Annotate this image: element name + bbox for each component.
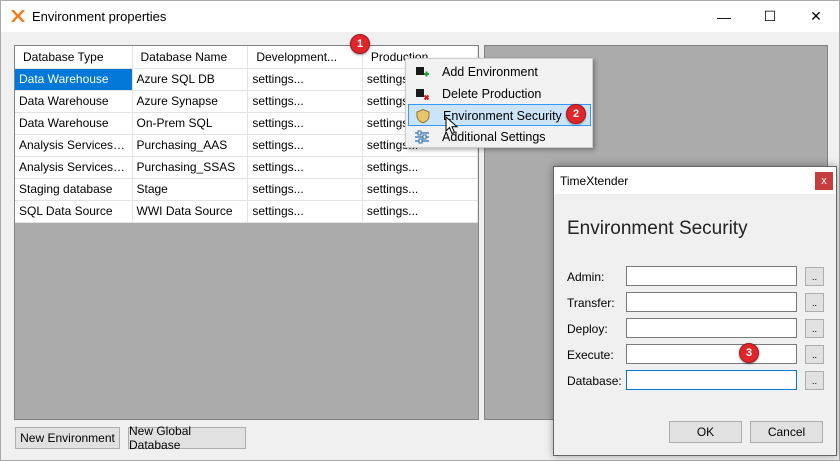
settings-sliders-icon [415, 130, 429, 144]
database-label: Database: [567, 374, 622, 388]
dialog-title-bar: TimeXtender x [554, 167, 836, 194]
table-row[interactable]: SQL Data Source WWI Data Source settings..… [15, 200, 479, 223]
timextender-logo-icon [11, 10, 25, 22]
environment-security-dialog: TimeXtender x Environment Security Admin… [553, 166, 837, 456]
dialog-title: TimeXtender [560, 174, 629, 188]
menu-item-environment-security[interactable]: Environment Security [408, 104, 591, 126]
production-cell[interactable]: settings... [362, 156, 479, 179]
development-cell[interactable]: settings... [247, 178, 363, 201]
database-name-cell[interactable]: WWI Data Source [132, 200, 249, 223]
development-cell[interactable]: settings... [247, 134, 363, 157]
deploy-browse-button[interactable]: .. [805, 319, 824, 338]
dialog-close-button[interactable]: x [815, 172, 833, 190]
database-type-cell[interactable]: Analysis Services Ta... [15, 156, 133, 179]
step-badge-3: 3 [739, 343, 759, 363]
execute-field[interactable] [626, 344, 797, 364]
step-badge-1: 1 [350, 34, 370, 54]
database-type-cell[interactable]: Analysis Services Ta... [15, 134, 133, 157]
development-cell[interactable]: settings... [247, 156, 363, 179]
new-global-database-button[interactable]: New Global Database [128, 424, 246, 452]
menu-item-label: Delete Production [442, 87, 542, 101]
menu-item-label: Add Environment [442, 65, 538, 79]
mouse-cursor-icon [445, 116, 459, 135]
ok-button[interactable]: OK [669, 421, 742, 443]
database-name-cell[interactable]: Azure SQL DB [132, 68, 249, 91]
database-type-cell[interactable]: Data Warehouse [15, 90, 133, 113]
context-menu: Add Environment Delete Production Enviro… [405, 58, 593, 148]
step-badge-2: 2 [566, 104, 586, 124]
cancel-button[interactable]: Cancel [750, 421, 823, 443]
database-name-cell[interactable]: Azure Synapse [132, 90, 249, 113]
new-environment-button[interactable]: New Environment [15, 427, 120, 449]
database-name-cell[interactable]: Purchasing_AAS [132, 134, 249, 157]
execute-label: Execute: [567, 348, 614, 362]
database-name-cell[interactable]: Stage [132, 178, 249, 201]
database-field[interactable] [626, 370, 797, 390]
table-row[interactable]: Staging database Stage settings... settings… [15, 178, 479, 201]
add-environment-icon [416, 67, 429, 77]
database-browse-button[interactable]: .. [805, 371, 824, 390]
column-header-database-type[interactable]: Database Type [15, 46, 133, 69]
column-header-database-name[interactable]: Database Name [132, 46, 249, 69]
database-type-cell[interactable]: Data Warehouse [15, 112, 133, 135]
admin-browse-button[interactable]: .. [805, 267, 824, 286]
menu-item-additional-settings[interactable]: Additional Settings [408, 126, 591, 148]
column-header-development[interactable]: Development... [247, 46, 363, 69]
shield-icon [416, 108, 430, 124]
transfer-label: Transfer: [567, 296, 615, 310]
production-cell[interactable]: settings... [362, 200, 479, 223]
window-title: Environment properties [32, 9, 167, 24]
development-cell[interactable]: settings... [247, 112, 363, 135]
database-name-cell[interactable]: On-Prem SQL [132, 112, 249, 135]
development-cell[interactable]: settings... [247, 90, 363, 113]
deploy-field[interactable] [626, 318, 797, 338]
minimize-button[interactable]: — [701, 1, 747, 32]
close-button[interactable]: ✕ [793, 1, 839, 32]
deploy-label: Deploy: [567, 322, 608, 336]
database-type-cell[interactable]: Data Warehouse [15, 68, 133, 91]
title-bar: Environment properties — ☐ ✕ [1, 1, 839, 32]
admin-field[interactable] [626, 266, 797, 286]
transfer-browse-button[interactable]: .. [805, 293, 824, 312]
menu-item-delete-production[interactable]: Delete Production [408, 83, 591, 105]
maximize-button[interactable]: ☐ [747, 1, 793, 32]
table-row[interactable]: Analysis Services Ta... Purchasing_SSAS se… [15, 156, 479, 179]
admin-label: Admin: [567, 270, 605, 284]
database-type-cell[interactable]: SQL Data Source [15, 200, 133, 223]
execute-browse-button[interactable]: .. [805, 345, 824, 364]
development-cell[interactable]: settings... [247, 68, 363, 91]
dialog-heading: Environment Security [567, 218, 748, 239]
database-name-cell[interactable]: Purchasing_SSAS [132, 156, 249, 179]
delete-production-icon [416, 89, 430, 101]
menu-item-label: Environment Security [443, 109, 562, 123]
menu-item-add-environment[interactable]: Add Environment [408, 61, 591, 83]
development-cell[interactable]: settings... [247, 200, 363, 223]
production-cell[interactable]: settings... [362, 178, 479, 201]
transfer-field[interactable] [626, 292, 797, 312]
database-type-cell[interactable]: Staging database [15, 178, 133, 201]
